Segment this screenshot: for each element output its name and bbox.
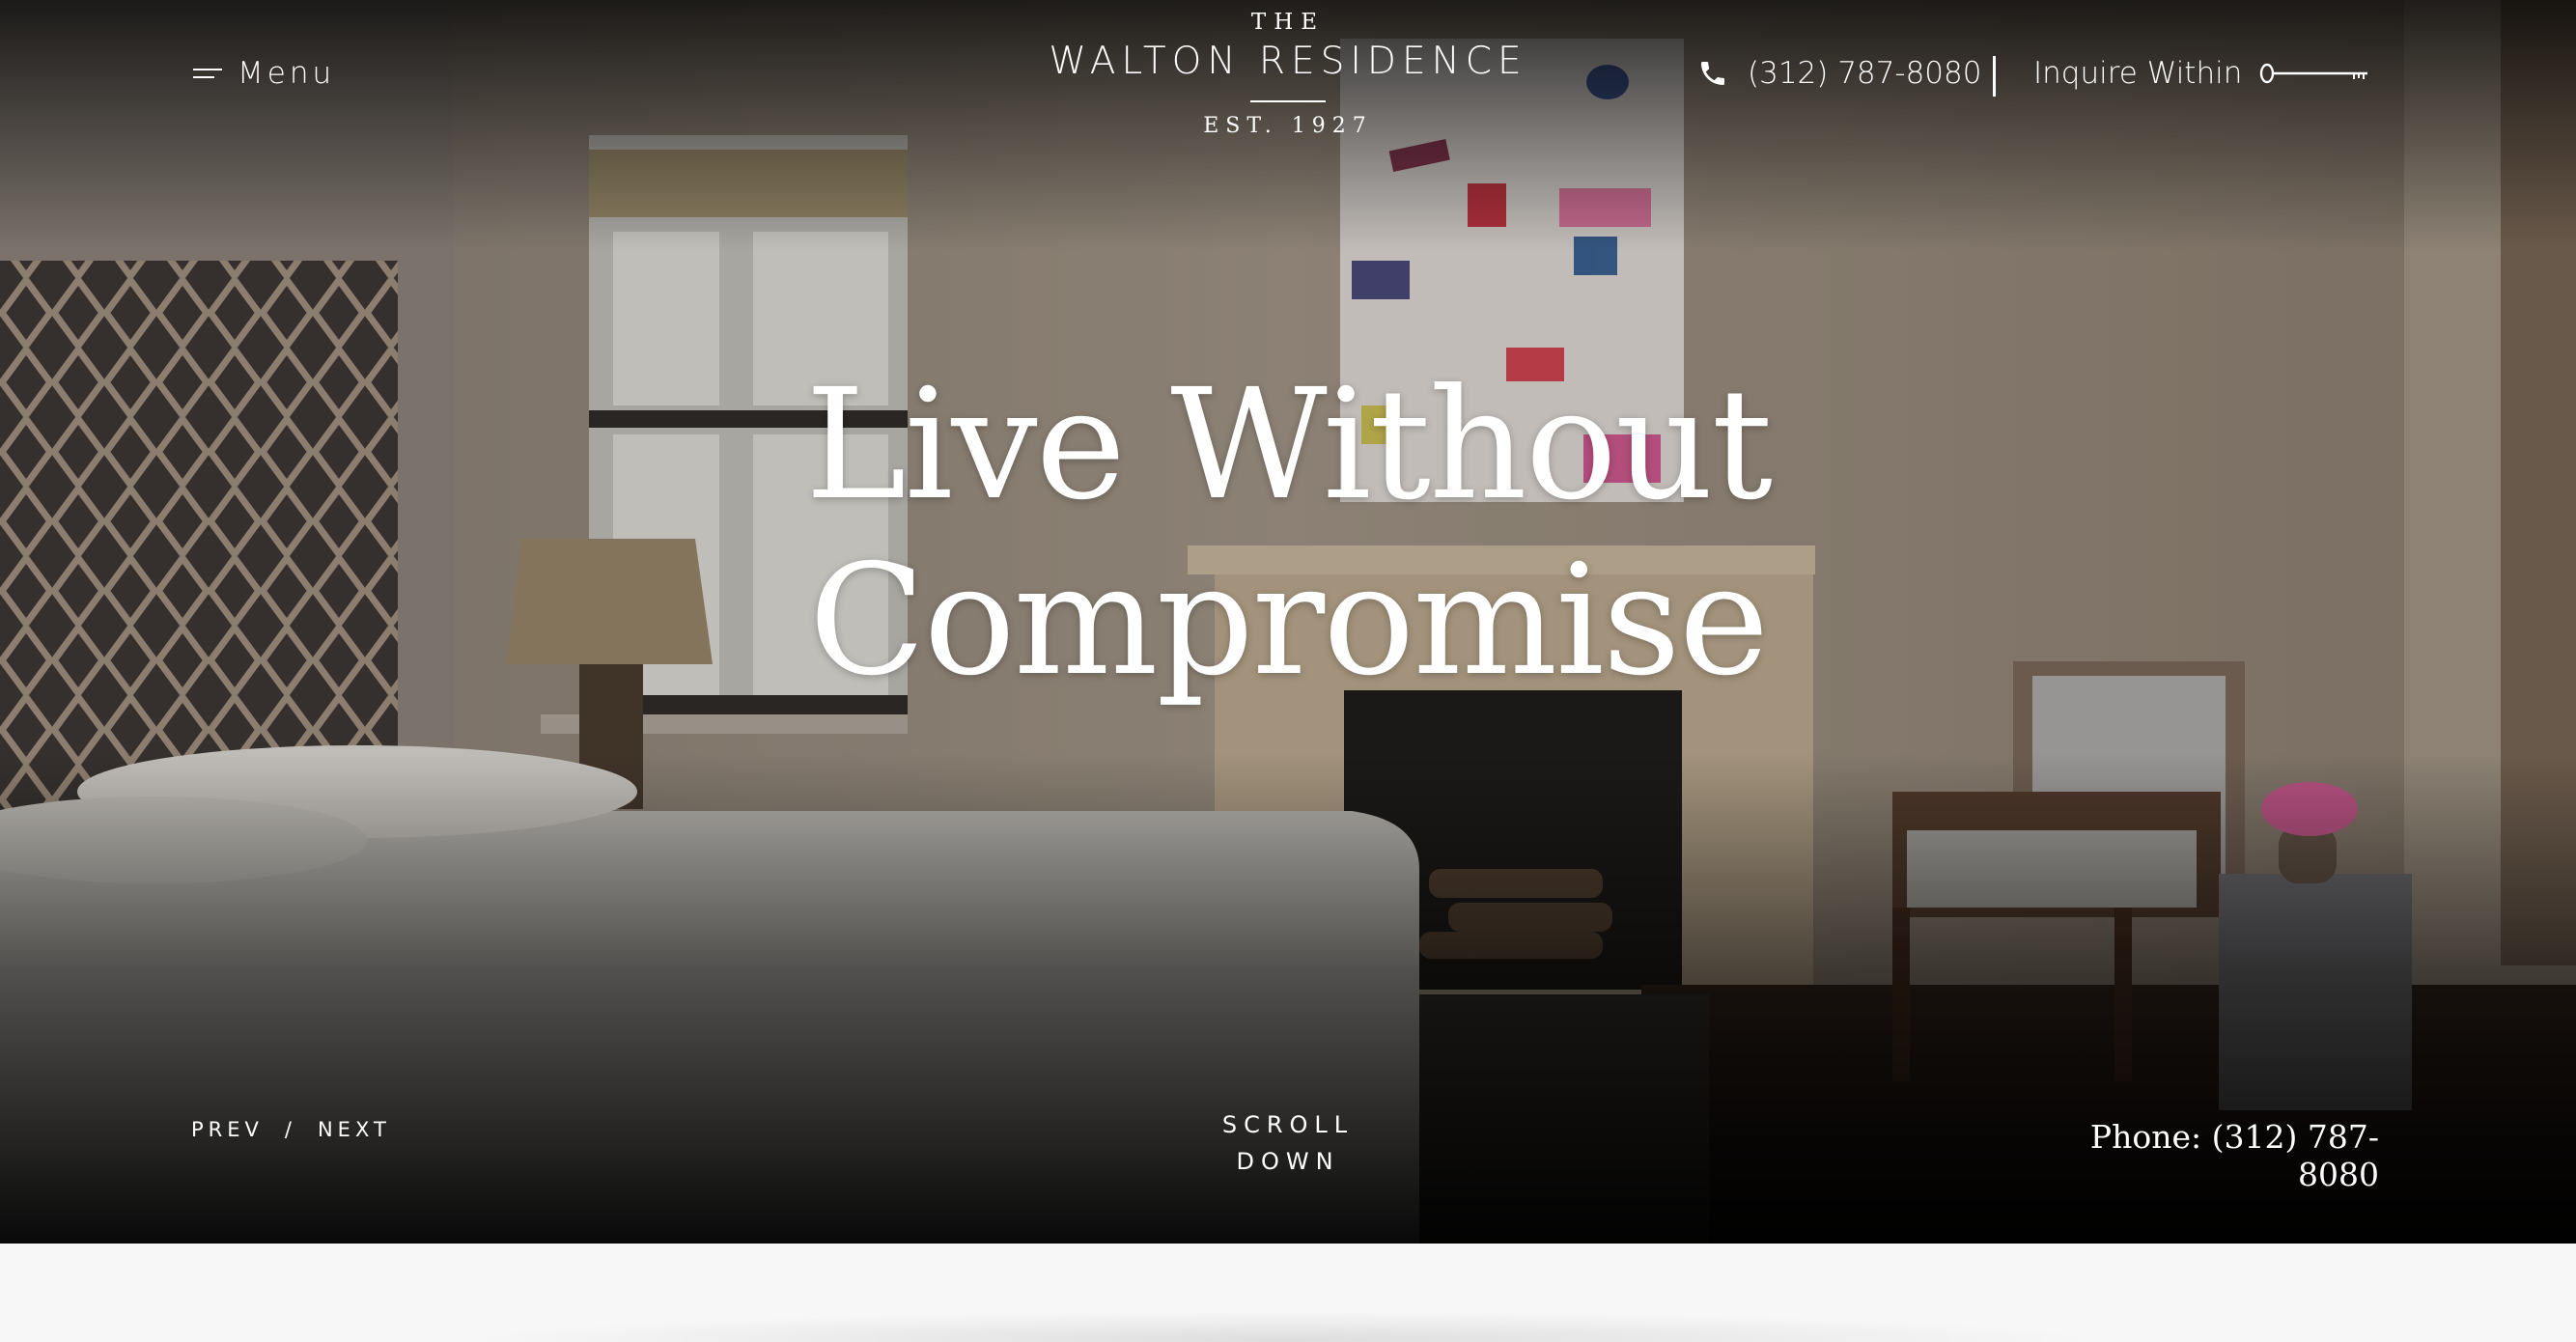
key-icon xyxy=(2260,63,2368,84)
header-divider xyxy=(1993,56,1996,97)
slider-controls: PREV / NEXT xyxy=(191,1118,391,1141)
inquire-label: Inquire Within xyxy=(2033,56,2243,91)
hero-headline: Live Without Compromise xyxy=(709,357,1867,709)
hero-headline-line-2: Compromise xyxy=(808,532,1770,710)
section-shadow xyxy=(463,1311,2105,1342)
header-phone-link[interactable]: (312) 787-8080 xyxy=(1697,56,1981,91)
next-section xyxy=(0,1244,2576,1342)
scroll-down-line-1: SCROLL xyxy=(1221,1111,1355,1138)
scroll-down-button[interactable]: SCROLL DOWN xyxy=(1191,1106,1385,1180)
footer-phone-link[interactable]: Phone: (312) 787-8080 xyxy=(2028,1118,2379,1193)
menu-label: Menu xyxy=(238,56,336,91)
inquire-within-link[interactable]: Inquire Within xyxy=(2033,56,2371,91)
prev-button[interactable]: PREV xyxy=(191,1118,264,1141)
next-button[interactable]: NEXT xyxy=(318,1118,391,1141)
logo-the: THE xyxy=(1250,10,1326,35)
logo-established: EST. 1927 xyxy=(1203,114,1373,138)
hero-slide: Menu THE WALTON RESIDENCE EST. 1927 (312… xyxy=(0,0,2576,1244)
menu-icon xyxy=(193,65,222,82)
phone-icon xyxy=(1701,62,1724,85)
menu-button[interactable]: Menu xyxy=(193,56,335,91)
slider-separator: / xyxy=(284,1118,296,1141)
logo-divider xyxy=(1250,100,1326,102)
site-logo[interactable]: THE WALTON RESIDENCE EST. 1927 xyxy=(998,6,1578,138)
scroll-down-line-2: DOWN xyxy=(1236,1148,1340,1175)
header-phone-number: (312) 787-8080 xyxy=(1748,56,1982,91)
hero-headline-line-1: Live Without xyxy=(804,356,1773,534)
page: Menu THE WALTON RESIDENCE EST. 1927 (312… xyxy=(0,0,2576,1342)
logo-name: WALTON RESIDENCE xyxy=(1049,40,1527,83)
